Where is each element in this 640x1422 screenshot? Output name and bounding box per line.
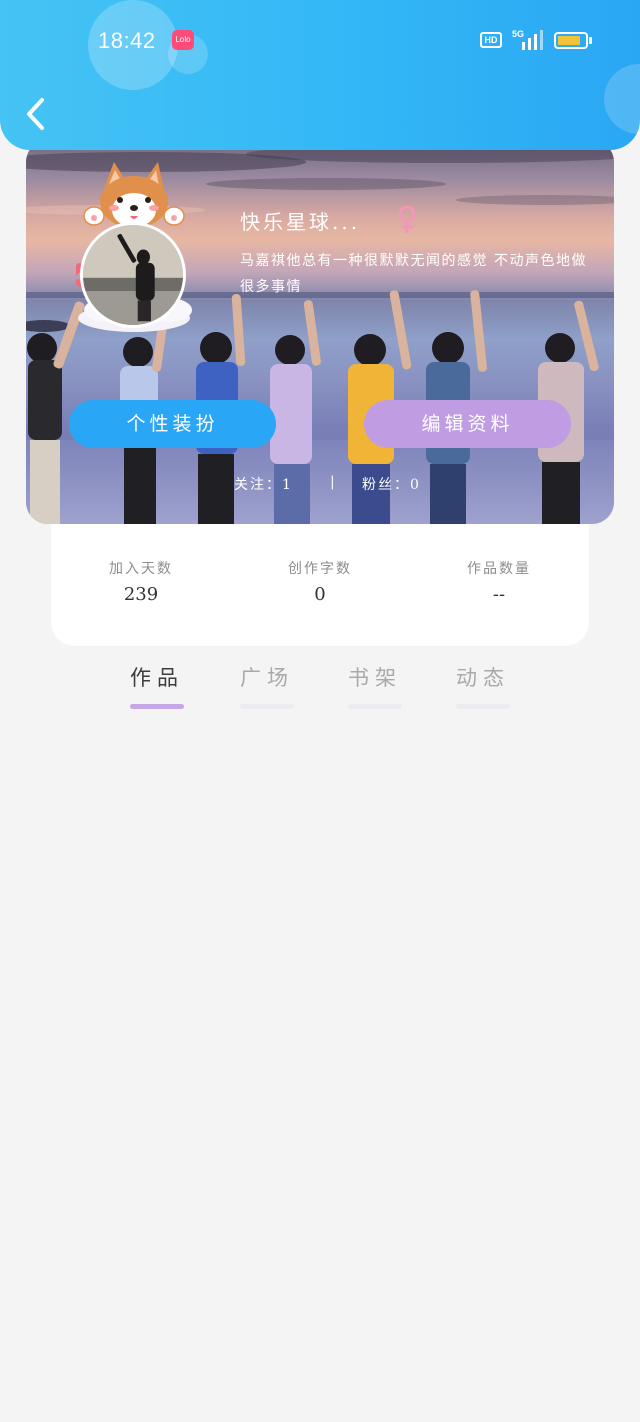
- fans-count[interactable]: 粉丝：0: [362, 474, 421, 494]
- profile-bio: 马嘉祺他总有一种很默默无闻的感觉 不动声色地做很多事情: [240, 253, 587, 295]
- stat-value: 0: [314, 584, 326, 605]
- profile-banner: 快乐星球... 马嘉祺他总有一种很默默无闻的感觉 不动声色地做很多事情 个性装扮…: [26, 140, 614, 524]
- tab-indicator: [348, 704, 402, 709]
- dress-up-button[interactable]: 个性装扮: [69, 400, 276, 448]
- tab-indicator: [456, 704, 510, 709]
- edit-profile-button[interactable]: 编辑资料: [364, 400, 571, 448]
- tab-label: 动态: [456, 666, 510, 690]
- top-header: 18:42 Lolo HD 5G: [0, 0, 640, 150]
- stat-value: 239: [123, 584, 159, 605]
- stat-join-days: 加入天数 239: [61, 558, 221, 605]
- tab-activity[interactable]: 动态: [438, 662, 528, 709]
- network-label: 5G: [512, 29, 524, 39]
- avatar-photo: [80, 222, 186, 328]
- hd-icon: HD: [480, 32, 502, 48]
- tab-works[interactable]: 作品: [112, 662, 202, 709]
- decor-bubble: [604, 64, 640, 134]
- stat-works-count: 作品数量 --: [419, 558, 579, 605]
- app-notification-icon: Lolo: [172, 30, 194, 50]
- avatar[interactable]: [76, 158, 246, 336]
- stat-word-count: 创作字数 0: [240, 558, 400, 605]
- stats-card: 加入天数 239 创作字数 0 作品数量 --: [51, 522, 589, 646]
- follow-stats: 关注：1 | 粉丝：0: [26, 474, 614, 498]
- stat-label: 加入天数: [109, 561, 173, 577]
- follow-separator: |: [330, 474, 337, 490]
- tab-label: 书架: [348, 666, 402, 690]
- status-time: 18:42: [98, 28, 156, 53]
- tab-indicator: [130, 704, 184, 709]
- stat-value: --: [492, 584, 506, 605]
- signal-icon: 5G: [512, 29, 543, 50]
- avatar-image: [83, 225, 183, 325]
- female-icon: [398, 205, 416, 233]
- tab-bookshelf[interactable]: 书架: [330, 662, 420, 709]
- content-tabs: 作品 广场 书架 动态: [0, 662, 640, 722]
- tab-label: 广场: [240, 666, 294, 690]
- tab-square[interactable]: 广场: [222, 662, 312, 709]
- profile-nickname: 快乐星球...: [240, 210, 361, 234]
- following-count[interactable]: 关注：1: [234, 474, 293, 494]
- chevron-left-icon[interactable]: [22, 96, 50, 132]
- tab-indicator: [240, 704, 294, 709]
- battery-icon: [554, 32, 592, 49]
- tab-label: 作品: [130, 666, 184, 690]
- stat-label: 创作字数: [288, 561, 352, 577]
- stat-label: 作品数量: [467, 561, 531, 577]
